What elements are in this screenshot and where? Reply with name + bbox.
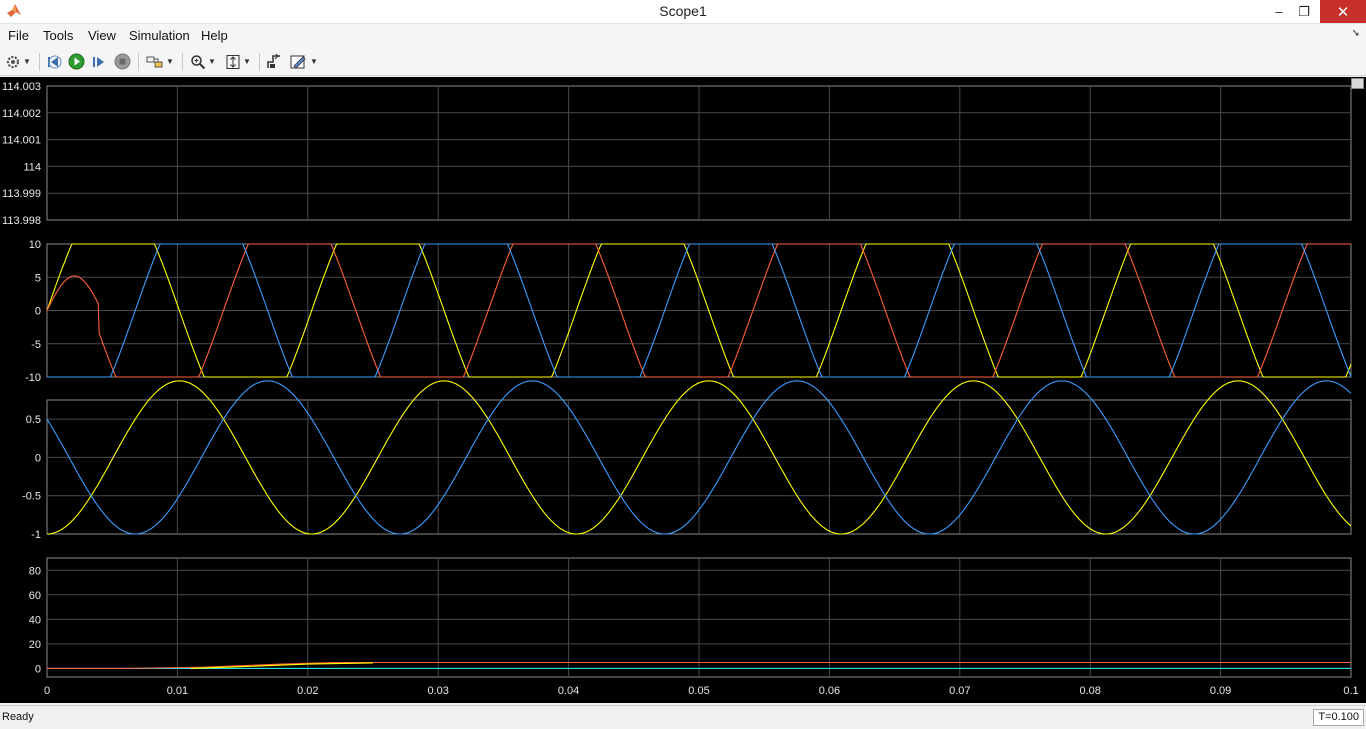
stop-icon (114, 53, 131, 70)
toolbar-separator (39, 53, 40, 71)
style-button[interactable]: ▼ (290, 52, 318, 71)
y-tick-label: 20 (29, 639, 41, 651)
simulation-time: T=0.100 (1313, 709, 1364, 726)
y-tick-label: -1 (31, 529, 41, 541)
menu-bar: File Tools View Simulation Help ➘ (0, 24, 1366, 47)
stop-button[interactable] (114, 52, 131, 71)
x-tick-label: 0.05 (688, 685, 709, 697)
toolbar-separator (259, 53, 260, 71)
menu-help[interactable]: Help (201, 28, 228, 43)
scope-plot-area[interactable]: 114.003 114.002 114.001 114 113.999 113.998 10… (0, 77, 1366, 703)
zoom-icon (191, 54, 206, 69)
x-tick-label: 0.1 (1343, 685, 1358, 697)
settings-icon (6, 55, 20, 68)
toolbar-separator (182, 53, 183, 71)
menu-tools[interactable]: Tools (43, 28, 73, 43)
toolbar-separator (138, 53, 139, 71)
zoom-button[interactable]: ▼ (190, 52, 216, 71)
highlight-block-button[interactable]: ▼ (146, 52, 174, 71)
y-tick-label: 60 (29, 590, 41, 602)
y-tick-label: 114.002 (2, 108, 41, 120)
pin-icon[interactable]: ➘ (1352, 28, 1360, 39)
chevron-down-icon: ▼ (310, 57, 318, 66)
y-tick-label: 114.003 (2, 81, 41, 93)
window-title: Scope1 (659, 3, 707, 19)
x-tick-label: 0.07 (949, 685, 970, 697)
x-tick-label: 0.04 (558, 685, 579, 697)
y-tick-label: 40 (29, 614, 41, 626)
y-tick-label: 113.998 (2, 215, 41, 227)
y-tick-label: 0 (35, 306, 41, 318)
x-tick-label: 0.06 (819, 685, 840, 697)
y-tick-label: -0.5 (22, 491, 41, 503)
status-bar: Ready T=0.100 (0, 705, 1366, 729)
undock-icon[interactable] (1351, 78, 1364, 89)
step-back-button[interactable] (46, 52, 62, 71)
y-tick-label: 114.001 (2, 135, 41, 147)
close-button[interactable]: ✕ (1320, 0, 1366, 23)
x-tick-label: 0.01 (167, 685, 188, 697)
step-back-icon (48, 55, 62, 68)
chevron-down-icon: ▼ (208, 57, 216, 66)
y-tick-label: 114 (23, 161, 41, 173)
step-forward-button[interactable] (91, 52, 107, 71)
scope-axes[interactable]: 114.003 114.002 114.001 114 113.999 113.998 10… (0, 77, 1366, 703)
chevron-down-icon: ▼ (243, 57, 251, 66)
chevron-down-icon: ▼ (166, 57, 174, 66)
menu-simulation[interactable]: Simulation (129, 28, 190, 43)
toolbar: ▼ ▼ ▼ ▼ ▼ (0, 48, 1366, 76)
x-tick-label: 0.09 (1210, 685, 1231, 697)
signal-selector-icon (267, 53, 280, 68)
step-forward-icon (93, 56, 104, 67)
y-tick-label: 5 (35, 272, 41, 284)
y-tick-label: -10 (25, 372, 41, 384)
y-tick-label: 80 (29, 565, 41, 577)
autoscale-icon (226, 54, 240, 69)
y-tick-label: 10 (29, 239, 41, 251)
menu-view[interactable]: View (88, 28, 116, 43)
run-button[interactable] (68, 52, 85, 71)
title-bar: Scope1 – ❐ ✕ (0, 0, 1366, 24)
status-text: Ready (2, 711, 34, 723)
menu-file[interactable]: File (8, 28, 29, 43)
signal-selector-button[interactable] (266, 52, 282, 71)
y-tick-label: 0 (35, 452, 41, 464)
x-tick-label: 0 (44, 685, 50, 697)
y-tick-label: -5 (31, 339, 41, 351)
highlight-block-icon (146, 56, 163, 67)
x-tick-label: 0.02 (297, 685, 318, 697)
run-icon (68, 53, 85, 70)
settings-button[interactable]: ▼ (5, 52, 31, 71)
style-icon (290, 55, 306, 69)
y-tick-label: 113.999 (2, 188, 41, 200)
x-tick-label: 0.03 (427, 685, 448, 697)
y-tick-label: 0 (35, 663, 41, 675)
chevron-down-icon: ▼ (23, 57, 31, 66)
y-tick-label: 0.5 (26, 414, 41, 426)
x-tick-label: 0.08 (1079, 685, 1100, 697)
autoscale-button[interactable]: ▼ (225, 52, 251, 71)
